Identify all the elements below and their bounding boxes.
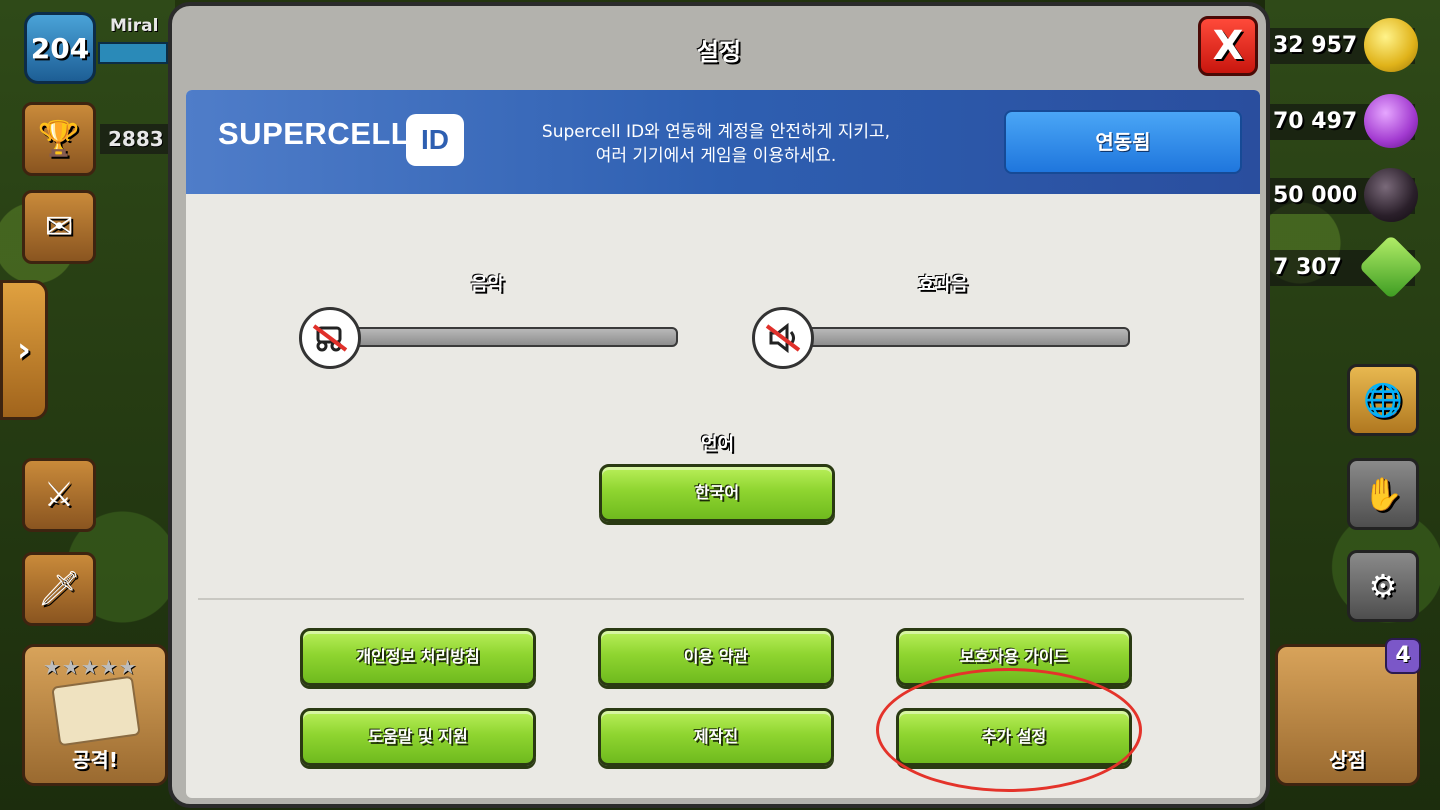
xp-bar bbox=[98, 42, 168, 64]
supercell-id-logo-badge: ID bbox=[406, 114, 464, 166]
sfx-slider-track[interactable] bbox=[798, 327, 1130, 347]
music-label: 음악 bbox=[471, 274, 505, 295]
mail-button[interactable]: ✉ bbox=[22, 190, 96, 264]
attack-button[interactable]: ★★★★★ 공격! bbox=[22, 644, 168, 786]
attack-label: 공격! bbox=[72, 748, 118, 772]
globe-icon: 🌐 bbox=[1363, 381, 1403, 419]
language-label: 언어 bbox=[701, 434, 735, 455]
privacy-policy-button[interactable]: 개인정보 처리방침 bbox=[300, 628, 536, 686]
world-event-button[interactable]: 🌐 bbox=[1347, 364, 1419, 436]
dialog-title: 설정 bbox=[696, 38, 742, 66]
music-muted-icon bbox=[312, 324, 348, 352]
move-hand-icon: ✋ bbox=[1363, 475, 1403, 513]
gear-icon: ⚙ bbox=[1368, 567, 1398, 605]
supercell-id-description: Supercell ID와 연동해 계정을 안전하게 지키고, 여러 기기에서 … bbox=[506, 120, 926, 168]
level-badge[interactable]: 204 bbox=[24, 12, 96, 84]
description-line-1: Supercell ID와 연동해 계정을 안전하게 지키고, bbox=[541, 122, 891, 142]
map-icon bbox=[51, 675, 141, 747]
chevron-right-icon: › bbox=[16, 330, 31, 370]
help-and-support-button[interactable]: 도움말 및 지원 bbox=[300, 708, 536, 766]
shop-notification-badge: 4 bbox=[1385, 638, 1421, 674]
close-button[interactable]: X bbox=[1198, 16, 1258, 76]
elixir-drop-icon bbox=[1364, 94, 1418, 148]
shop-label: 상점 bbox=[1329, 748, 1366, 772]
terms-of-service-button[interactable]: 이용 약관 bbox=[598, 628, 834, 686]
dark-elixir-drop-icon bbox=[1364, 168, 1418, 222]
music-slider-track[interactable] bbox=[346, 327, 678, 347]
language-button[interactable]: 한국어 bbox=[599, 464, 835, 522]
gold-coin-icon bbox=[1364, 18, 1418, 72]
settings-button[interactable]: ⚙ bbox=[1347, 550, 1419, 622]
player-name: Miral bbox=[110, 16, 159, 36]
trophy-count: 2883 bbox=[100, 124, 170, 154]
highlight-ring bbox=[876, 668, 1142, 792]
sfx-label: 효과음 bbox=[918, 274, 968, 295]
clan-war-button[interactable]: ⚔ bbox=[22, 458, 96, 532]
sword-icon: 🗡 bbox=[37, 569, 81, 609]
edit-layout-button[interactable]: ✋ bbox=[1347, 458, 1419, 530]
section-divider bbox=[198, 598, 1244, 600]
trophy-icon: 🏆 bbox=[37, 119, 81, 159]
level-value: 204 bbox=[30, 31, 90, 65]
crossed-swords-icon: ⚔ bbox=[43, 475, 75, 515]
trophy-button[interactable]: 🏆 bbox=[22, 102, 96, 176]
supercell-id-banner: SUPERCELL ID Supercell ID와 연동해 계정을 안전하게 … bbox=[186, 90, 1260, 194]
credits-button[interactable]: 제작진 bbox=[598, 708, 834, 766]
speaker-muted-icon bbox=[765, 322, 801, 354]
expand-left-panel-button[interactable]: › bbox=[0, 280, 48, 420]
mail-icon: ✉ bbox=[44, 207, 74, 247]
supercell-id-connected-button[interactable]: 연동됨 bbox=[1004, 110, 1242, 174]
music-slider-knob[interactable] bbox=[299, 307, 361, 369]
supercell-logo-text: SUPERCELL bbox=[218, 116, 411, 151]
close-icon: X bbox=[1212, 23, 1244, 69]
description-line-2: 여러 기기에서 게임을 이용하세요. bbox=[595, 146, 837, 166]
attack-stars-icon: ★★★★★ bbox=[43, 655, 138, 679]
army-button[interactable]: 🗡 bbox=[22, 552, 96, 626]
sfx-slider-knob[interactable] bbox=[752, 307, 814, 369]
